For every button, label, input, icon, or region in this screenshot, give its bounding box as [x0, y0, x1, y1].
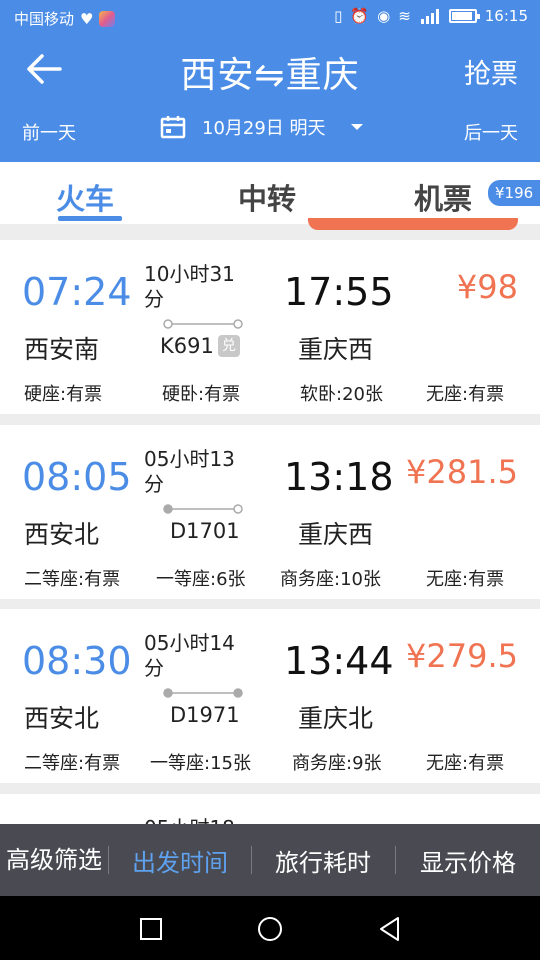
train-number-text: K691	[160, 334, 214, 358]
departure-station: 西安北	[24, 704, 100, 733]
clock: 16:15	[484, 7, 528, 25]
seat-availability: 二等座:有票	[24, 569, 121, 590]
eye-icon: ◉	[377, 7, 391, 25]
tab-train[interactable]: 火车	[56, 176, 114, 218]
train-card[interactable]: 08:30 05小时14分 13:44 ¥279.5 西安北 D1971 重庆北…	[0, 609, 540, 783]
ticket-price: ¥281.5	[406, 453, 518, 491]
route-title: 西安⇋重庆	[180, 55, 360, 96]
date-label: 10月29日 明天	[202, 118, 326, 139]
seat-availability: 无座:有票	[426, 569, 505, 590]
arrival-time: 17:55	[284, 270, 394, 314]
travel-duration: 10小时31分	[144, 262, 235, 311]
flight-price-badge: ¥196	[488, 180, 540, 206]
alarm-icon: ⏰	[350, 7, 370, 25]
travel-duration: 05小时13分	[144, 447, 235, 496]
show-price-button[interactable]: 显示价格	[396, 824, 540, 896]
train-card[interactable]: 08:05 05小时13分 13:18 ¥281.5 西安北 D1701 重庆西…	[0, 425, 540, 599]
exchange-badge: 兑	[217, 335, 240, 357]
heart-icon: ♥	[80, 9, 94, 28]
train-number-text: D1971	[170, 703, 240, 727]
seat-availability: 软卧:20张	[300, 384, 383, 405]
back-arrow-icon[interactable]	[24, 52, 64, 86]
recent-apps-icon[interactable]	[136, 914, 166, 944]
arrival-station: 重庆西	[298, 335, 374, 364]
seat-availability: 无座:有票	[426, 753, 505, 774]
route-line-icon	[163, 688, 243, 698]
status-bar: 中国移动 ♥ ▯ ⏰ ◉ ≋ 16:15	[0, 0, 540, 36]
app-icon	[99, 10, 116, 27]
ticket-price: ¥98	[456, 268, 518, 306]
route-line-icon	[163, 504, 243, 514]
travel-duration: 05小时14分	[144, 631, 235, 680]
vibrate-icon: ▯	[334, 7, 343, 25]
train-number: D1701	[170, 519, 240, 543]
sort-departure-time-button[interactable]: 出发时间	[110, 824, 250, 896]
departure-station: 西安北	[24, 520, 100, 549]
route-line-icon	[163, 319, 243, 329]
departure-time: 08:30	[22, 639, 132, 683]
ticket-price: ¥279.5	[406, 637, 518, 675]
train-number-text: D1701	[170, 519, 240, 543]
home-icon[interactable]	[255, 914, 285, 944]
tab-flight[interactable]: 机票	[414, 176, 472, 218]
filter-bar: 高级筛选 出发时间 旅行耗时 显示价格	[0, 824, 540, 896]
header: 中国移动 ♥ ▯ ⏰ ◉ ≋ 16:15 西安⇋重庆 抢票 前一天 10月29日…	[0, 0, 540, 162]
seat-availability: 一等座:6张	[156, 569, 246, 590]
date-picker[interactable]: 10月29日 明天	[160, 114, 364, 140]
departure-station: 西安南	[24, 335, 100, 364]
seat-availability: 商务座:9张	[292, 753, 382, 774]
departure-time: 08:05	[22, 455, 132, 499]
sort-duration-button[interactable]: 旅行耗时	[252, 824, 394, 896]
train-card[interactable]: 07:24 10小时31分 17:55 ¥98 西安南 K691 兑 重庆西 硬…	[0, 240, 540, 414]
carrier-label: 中国移动	[14, 10, 75, 28]
chevron-down-icon	[350, 124, 363, 130]
seat-availability: 一等座:15张	[150, 753, 251, 774]
arrival-time: 13:44	[284, 639, 394, 683]
grab-ticket-button[interactable]: 抢票	[464, 52, 518, 91]
active-tab-indicator	[58, 216, 122, 221]
system-navigation-bar	[0, 896, 540, 960]
advanced-filter-button[interactable]: 高级筛选	[0, 824, 108, 896]
signal-icon	[420, 9, 439, 24]
seat-availability: 无座:有票	[426, 384, 505, 405]
prev-day-button[interactable]: 前一天	[22, 119, 76, 145]
train-number: K691 兑	[160, 334, 240, 358]
seat-availability: 商务座:10张	[280, 569, 381, 590]
arrival-station: 重庆西	[298, 520, 374, 549]
departure-time: 07:24	[22, 270, 132, 314]
tab-transfer[interactable]: 中转	[238, 176, 296, 218]
next-day-button[interactable]: 后一天	[464, 119, 518, 145]
battery-icon	[448, 9, 480, 23]
wifi-icon: ≋	[398, 7, 411, 25]
back-triangle-icon[interactable]	[375, 914, 405, 944]
mode-tabs: 火车 中转 机票	[0, 162, 540, 224]
calendar-icon	[160, 116, 186, 139]
seat-availability: 硬座:有票	[24, 384, 103, 405]
train-number: D1971	[170, 703, 240, 727]
seat-availability: 硬卧:有票	[162, 384, 241, 405]
promo-banner-edge[interactable]	[308, 218, 518, 230]
seat-availability: 二等座:有票	[24, 753, 121, 774]
arrival-station: 重庆北	[298, 704, 374, 733]
divider	[108, 846, 109, 874]
arrival-time: 13:18	[284, 455, 394, 499]
